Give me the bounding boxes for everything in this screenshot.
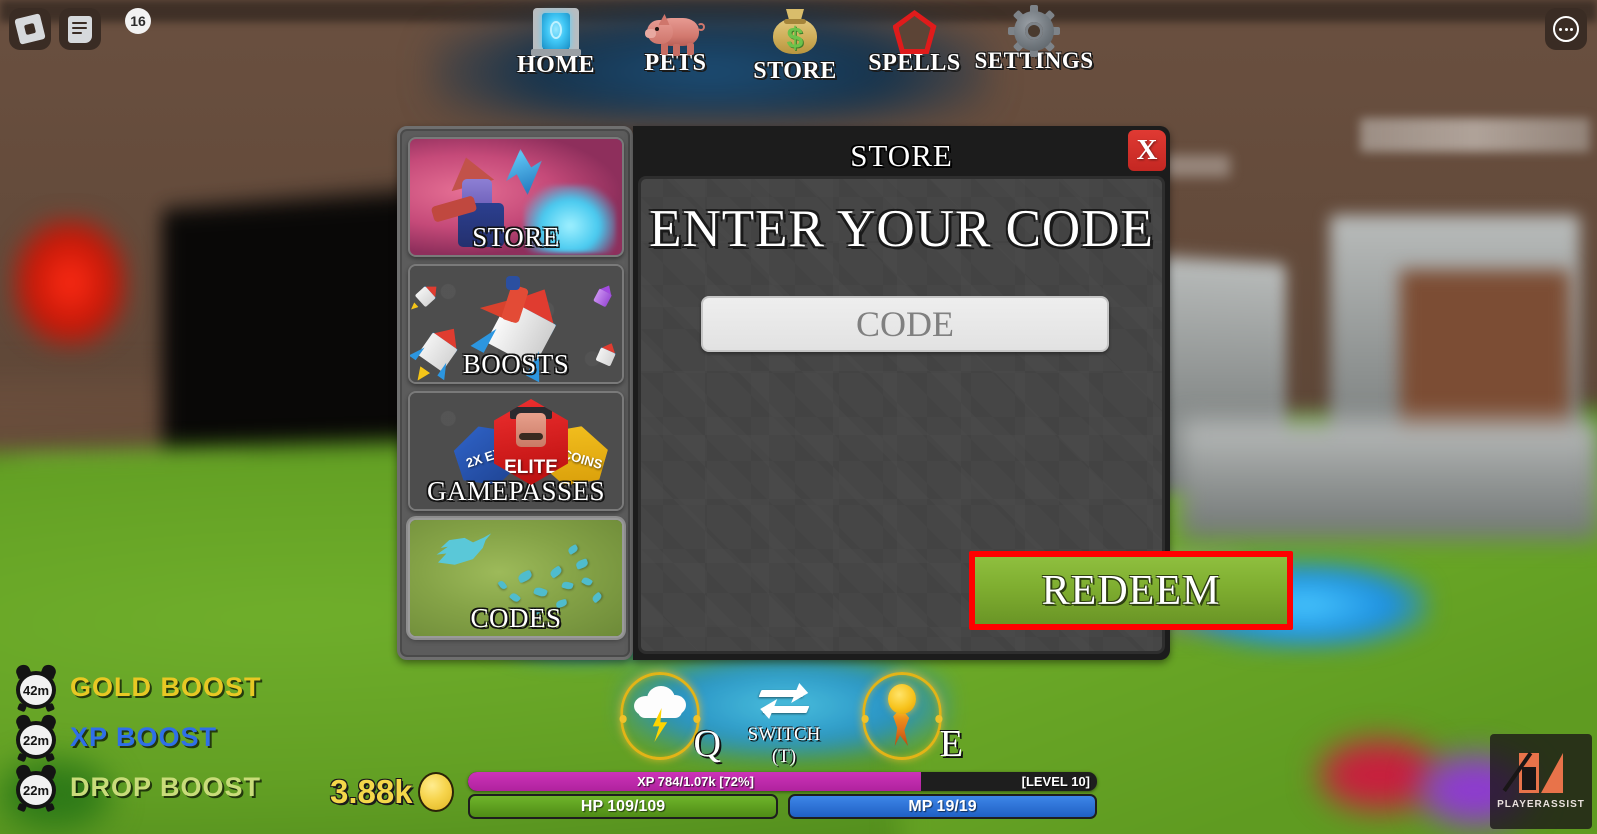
boost-time-drop: 22m <box>16 771 56 809</box>
mp-bar: MP 19/19 <box>788 794 1097 819</box>
tab-store[interactable]: STORE <box>408 137 624 257</box>
background-red-glow <box>10 215 130 350</box>
level-text: [LEVEL 10] <box>1021 774 1090 789</box>
alarm-clock-icon: 42m <box>14 662 58 713</box>
boost-row-drop: 22m DROP BOOST <box>14 762 262 813</box>
background-rock <box>1180 420 1597 540</box>
roblox-home-button[interactable] <box>9 8 51 50</box>
more-options-button[interactable] <box>1545 8 1587 50</box>
spell-key-e: E <box>939 723 963 765</box>
chat-badge-count: 16 <box>125 8 151 34</box>
gold-display: 3.88k <box>330 772 454 812</box>
nav-item-home[interactable]: HOME <box>500 4 612 79</box>
tab-label-store: STORE <box>472 222 560 252</box>
modal-title: STORE <box>850 138 953 173</box>
boost-row-gold: 42m GOLD BOOST <box>14 662 262 713</box>
xp-bar-text: XP 784/1.07k [72%] <box>637 774 754 789</box>
background-sign <box>1360 118 1590 152</box>
nav-item-pets[interactable]: PETS <box>620 4 732 77</box>
tab-boosts[interactable]: BOOSTS <box>408 264 624 384</box>
enter-code-heading: ENTER YOUR CODE <box>649 200 1154 258</box>
spell-slot-q[interactable]: Q <box>616 672 721 765</box>
nav-label-home: HOME <box>517 52 595 78</box>
store-tab-sidebar: STORE BOOSTS 2X EXP 2X COINS ELITE GAMEP… <box>397 126 633 660</box>
boost-timer-list: 42m GOLD BOOST 22m XP BOOST 22m DROP BOO… <box>14 662 262 813</box>
boost-label-xp: XP BOOST <box>70 721 218 752</box>
portal-icon <box>531 4 581 56</box>
alarm-clock-icon: 22m <box>14 762 58 813</box>
xp-bar: XP 784/1.07k [72%] [LEVEL 10] <box>468 772 1097 791</box>
playerassist-logo-icon <box>1502 752 1563 793</box>
close-icon[interactable]: X <box>1128 130 1166 171</box>
switch-arrows-icon <box>754 684 814 724</box>
redeem-button[interactable]: REDEEM <box>975 557 1287 624</box>
nav-item-store[interactable]: $ STORE <box>739 4 851 85</box>
gold-amount: 3.88k <box>330 773 413 810</box>
nav-item-spells[interactable]: SPELLS <box>859 4 971 77</box>
tab-codes[interactable]: CODES <box>408 518 624 638</box>
pig-icon <box>644 4 705 56</box>
store-modal-content: STORE X ENTER YOUR CODE REDEEM <box>633 126 1293 660</box>
spell-key-q: Q <box>693 723 721 765</box>
playerassist-watermark: PLAYERASSIST <box>1490 734 1592 829</box>
pentagon-rune-icon <box>891 4 939 56</box>
tab-label-gamepasses: GAMEPASSES <box>426 476 606 506</box>
tab-label-boosts: BOOSTS <box>462 349 570 379</box>
alarm-clock-icon: 22m <box>14 712 58 763</box>
hp-bar: HP 109/109 <box>468 794 778 819</box>
chat-list-icon <box>68 15 92 43</box>
boost-time-xp: 22m <box>16 721 56 759</box>
boost-time-gold: 42m <box>16 671 56 709</box>
nav-item-settings[interactable]: SETTINGS <box>974 4 1093 74</box>
boost-label-gold: GOLD BOOST <box>70 671 262 702</box>
top-navigation-bar: HOME PETS $ STORE SPELLS SETTINGS <box>500 4 1093 90</box>
boost-row-xp: 22m XP BOOST <box>14 712 262 763</box>
code-input[interactable] <box>701 296 1109 352</box>
switch-label: SWITCH (T) <box>747 724 821 767</box>
store-modal: STORE BOOSTS 2X EXP 2X COINS ELITE GAMEP… <box>397 126 1293 660</box>
watermark-text: PLAYERASSIST <box>1497 799 1585 810</box>
spell-slot-e[interactable]: E <box>858 672 963 765</box>
more-options-icon <box>1553 16 1579 42</box>
money-bag-icon: $ <box>770 4 820 56</box>
tab-gamepasses[interactable]: 2X EXP 2X COINS ELITE GAMEPASSES <box>408 391 624 511</box>
twitter-bird-icon <box>436 533 492 565</box>
switch-spell-button[interactable]: SWITCH (T) <box>736 684 832 768</box>
nav-label-store: STORE <box>753 58 837 84</box>
meteor-icon <box>884 684 920 746</box>
roblox-logo-icon <box>14 13 46 45</box>
tab-label-codes: CODES <box>470 603 562 633</box>
gear-icon <box>1008 4 1060 57</box>
roblox-chat-button[interactable]: 16 <box>59 8 151 50</box>
gold-coin-icon <box>417 772 454 812</box>
boost-label-drop: DROP BOOST <box>70 771 262 802</box>
